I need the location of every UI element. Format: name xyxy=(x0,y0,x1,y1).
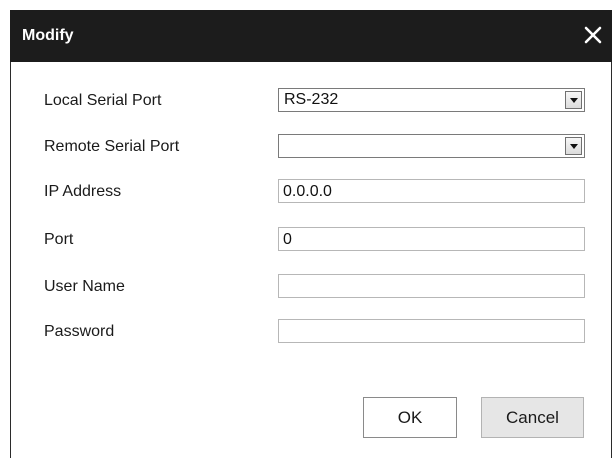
remote-serial-port-select[interactable] xyxy=(278,134,585,158)
cancel-button[interactable]: Cancel xyxy=(481,397,584,438)
password-label: Password xyxy=(44,323,115,340)
ip-address-row: IP Address 0.0.0.0 xyxy=(11,179,613,205)
password-input[interactable] xyxy=(278,319,585,343)
ok-button[interactable]: OK xyxy=(363,397,457,438)
ip-address-input[interactable]: 0.0.0.0 xyxy=(278,179,585,203)
modify-dialog: Modify Local Serial Port RS-232 Remote S… xyxy=(10,10,612,458)
remote-serial-port-label: Remote Serial Port xyxy=(44,138,180,155)
dialog-title: Modify xyxy=(22,27,74,44)
password-row: Password xyxy=(11,319,613,345)
dialog-titlebar: Modify xyxy=(10,10,612,62)
user-name-input[interactable] xyxy=(278,274,585,298)
ip-address-label: IP Address xyxy=(44,183,122,200)
remote-serial-port-row: Remote Serial Port xyxy=(11,134,613,160)
local-serial-port-value: RS-232 xyxy=(284,91,339,108)
port-label: Port xyxy=(44,231,74,248)
remote-serial-port-dropdown-button[interactable] xyxy=(565,137,582,155)
user-name-label: User Name xyxy=(44,278,125,295)
port-input[interactable]: 0 xyxy=(278,227,585,251)
port-row: Port 0 xyxy=(11,227,613,253)
chevron-down-icon xyxy=(570,98,578,103)
local-serial-port-dropdown-button[interactable] xyxy=(565,91,582,109)
local-serial-port-row: Local Serial Port RS-232 xyxy=(11,88,613,114)
local-serial-port-select[interactable]: RS-232 xyxy=(278,88,585,112)
local-serial-port-label: Local Serial Port xyxy=(44,92,162,109)
close-icon[interactable] xyxy=(580,22,606,48)
user-name-row: User Name xyxy=(11,274,613,300)
chevron-down-icon xyxy=(570,144,578,149)
